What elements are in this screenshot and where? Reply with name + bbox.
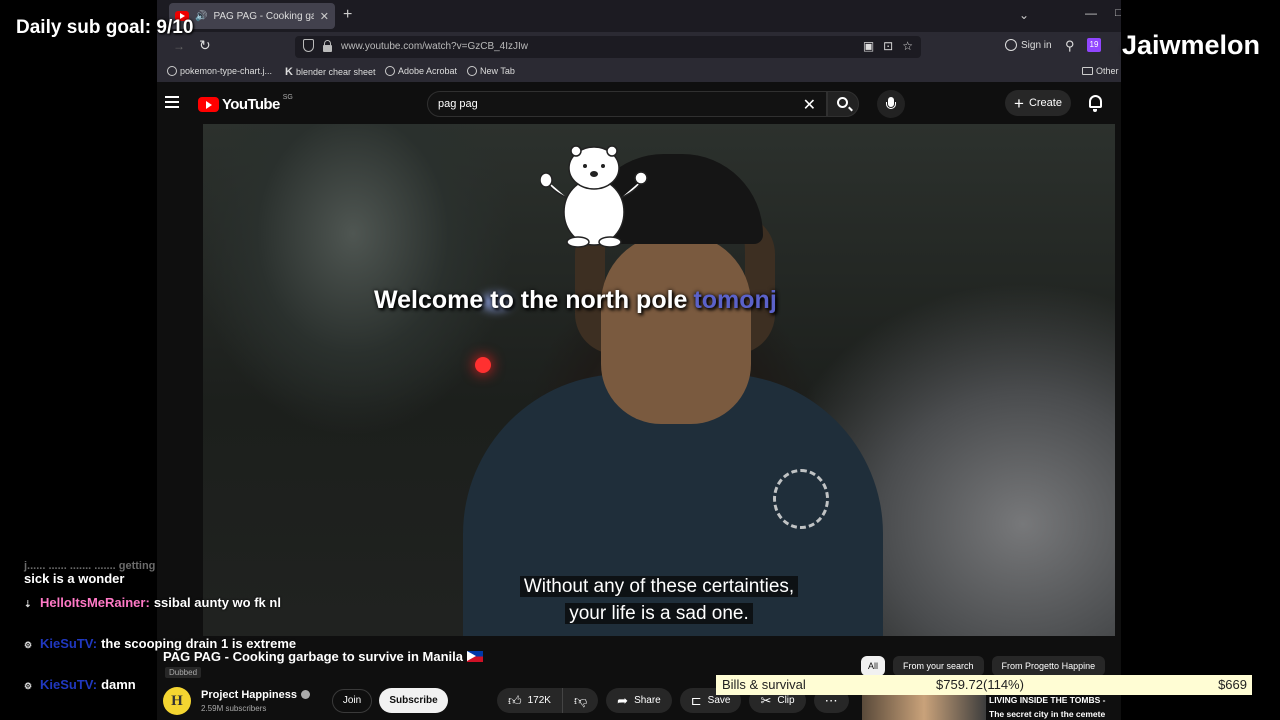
forward-icon[interactable]: → <box>173 39 185 53</box>
minimize-icon[interactable]: — <box>1085 6 1097 20</box>
polar-bear-sticker <box>540 145 648 248</box>
maximize-icon[interactable]: □ <box>1115 7 1121 19</box>
thumbs-down-icon: 👎︎ <box>573 692 588 708</box>
youtube-logo[interactable]: YouTube SG <box>198 94 293 113</box>
url-bar[interactable]: www.youtube.com/watch?v=GzCB_4IzJIw ▣ ⊡ … <box>295 36 921 58</box>
chat-message: sick is a wonder <box>24 571 125 586</box>
subscribe-button[interactable]: Subscribe <box>379 688 448 713</box>
youtube-header: YouTube SG pag pag ✕ + Create <box>157 82 1121 124</box>
chip-from-search[interactable]: From your search <box>893 656 984 676</box>
subtitle-line: your life is a sad one. <box>565 603 753 624</box>
folder-icon <box>1082 67 1093 75</box>
share-button[interactable]: ➦ Share <box>606 688 672 713</box>
shield-icon[interactable] <box>303 39 314 52</box>
badge-icon: ⚙ <box>24 681 33 691</box>
url-bar-actions: ▣ ⊡ ☆ <box>863 39 913 53</box>
speaker-icon[interactable]: 🔊 <box>195 11 207 22</box>
bookmark-item[interactable]: pokemon-type-chart.j... <box>167 66 272 76</box>
recommended-thumbnail[interactable] <box>862 694 986 720</box>
dislike-button[interactable]: 👎︎ <box>562 688 599 713</box>
subtitle-line: Without any of these certainties, <box>519 576 799 597</box>
shirt-logo <box>773 469 829 529</box>
chip-from-channel[interactable]: From Progetto Happine <box>991 656 1106 676</box>
voice-search-button[interactable] <box>877 90 905 118</box>
twitch-extension-icon[interactable]: 19 <box>1087 38 1101 52</box>
nav-bar: → ↻ www.youtube.com/watch?v=GzCB_4IzJIw … <box>157 32 1121 62</box>
recommendation-chips: All From your search From Progetto Happi… <box>861 656 1106 676</box>
sub-goal-counter: Daily sub goal: 9/10 <box>16 17 194 38</box>
video-player[interactable] <box>203 124 1115 636</box>
thumbs-up-icon: 👍︎ <box>508 692 522 708</box>
search-icon <box>837 97 848 108</box>
close-icon[interactable]: ✕ <box>803 95 816 115</box>
youtube-play-icon <box>198 97 219 112</box>
bookmarks-bar: pokemon-type-chart.j... Kblender chear s… <box>157 62 1121 82</box>
extensions-icon[interactable]: ⚲ <box>1065 38 1075 54</box>
bills-current: $759.72(114%) <box>936 677 1024 692</box>
share-icon: ➦ <box>617 692 629 708</box>
reload-icon[interactable]: ↻ <box>199 37 211 54</box>
bookmark-item[interactable]: Kblender chear sheet <box>285 66 376 78</box>
chip-all[interactable]: All <box>861 656 886 676</box>
badge-icon: ⇣ <box>24 599 32 609</box>
globe-icon <box>167 66 177 76</box>
subscriber-count: 2.59M subscribers <box>201 704 267 713</box>
sign-in-label: Sign in <box>1021 39 1052 51</box>
k-logo-icon: K <box>285 66 293 78</box>
video-subtitles: Without any of these certainties, your l… <box>492 573 826 627</box>
chat-message: ⇣ HelloItsMeRainer: ssibal aunty wo fk nl <box>24 595 281 610</box>
plus-icon: + <box>1014 93 1024 113</box>
notifications-bell-icon[interactable] <box>1089 95 1102 112</box>
recommended-title[interactable]: LIVING INSIDE THE TOMBS - The secret city… <box>989 693 1106 720</box>
tab-strip: 🔊 PAG PAG - Cooking garbag ✕ + ⌄ — □ <box>157 0 1121 32</box>
create-button[interactable]: + Create <box>1005 90 1071 116</box>
tab-title: PAG PAG - Cooking garbag <box>213 10 314 22</box>
streamer-name: Jaiwmelon <box>1121 30 1260 60</box>
like-button[interactable]: 👍︎ 172K <box>497 688 563 713</box>
globe-icon <box>385 66 395 76</box>
url-text[interactable]: www.youtube.com/watch?v=GzCB_4IzJIw <box>341 41 528 52</box>
screenshot-icon[interactable]: ⊡ <box>883 39 893 53</box>
chat-message: ⚙ KieSuTV: the scooping drain 1 is extreme <box>24 636 297 651</box>
alert-text: Welcome to the north pole tomonj <box>374 286 777 314</box>
stream-frame: Daily sub goal: 9/10 Jaiwmelon 🔊 PAG PAG… <box>0 0 1280 720</box>
lock-icon[interactable] <box>323 40 332 52</box>
chevron-down-icon[interactable]: ⌄ <box>1019 8 1029 22</box>
badge-icon: ⚙ <box>24 640 33 650</box>
account-icon <box>1005 39 1017 51</box>
bookmark-item[interactable]: New Tab <box>467 66 515 76</box>
bookmark-icon: ⊏ <box>690 692 702 708</box>
search-input[interactable]: pag pag ✕ <box>427 91 827 117</box>
chat-message: ⚙ KieSuTV: damn <box>24 677 136 692</box>
other-bookmarks[interactable]: Other b <box>1082 66 1121 76</box>
bookmark-star-icon[interactable]: ☆ <box>902 39 913 53</box>
tab-active[interactable]: 🔊 PAG PAG - Cooking garbag ✕ <box>169 3 335 29</box>
search-query[interactable]: pag pag <box>438 98 478 110</box>
new-tab-icon[interactable]: + <box>343 6 352 24</box>
menu-icon[interactable] <box>165 96 179 108</box>
bookmark-item[interactable]: Adobe Acrobat <box>385 66 457 76</box>
philippines-flag-icon <box>467 651 484 662</box>
globe-icon <box>467 66 477 76</box>
bills-goal-bar: Bills & survival $759.72(114%) $669 <box>716 675 1252 695</box>
alert-username: tomonj <box>693 286 777 314</box>
search-button[interactable] <box>827 91 859 117</box>
sign-in-button[interactable]: Sign in <box>1005 39 1052 51</box>
reader-view-icon[interactable]: ▣ <box>863 39 874 53</box>
tab-close-icon[interactable]: ✕ <box>320 10 329 23</box>
bills-label: Bills & survival <box>722 677 806 692</box>
join-button[interactable]: Join <box>332 689 372 713</box>
bills-target: $669 <box>1218 677 1247 692</box>
